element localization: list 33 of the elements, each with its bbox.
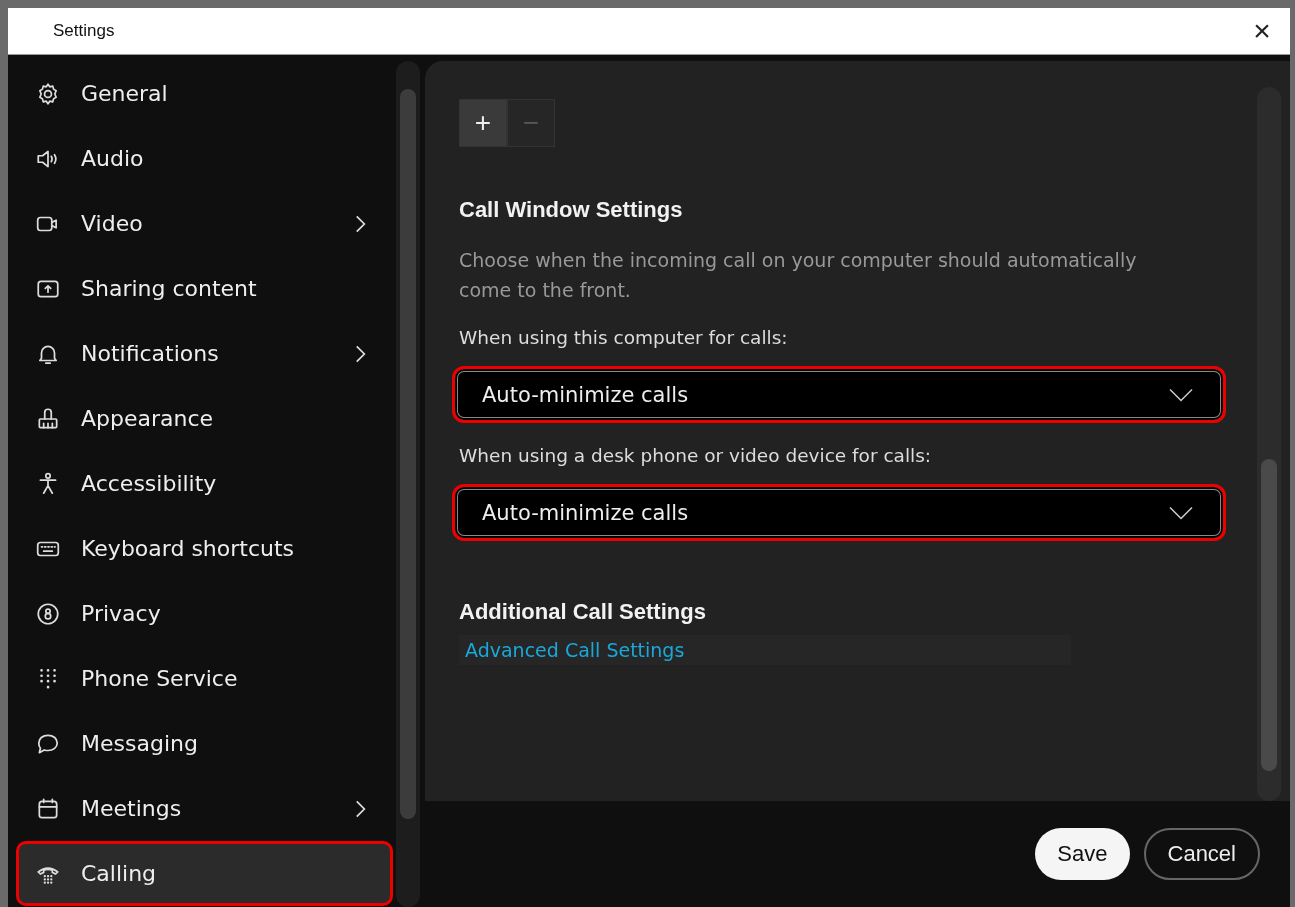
- privacy-icon: [35, 600, 61, 627]
- advanced-settings-link[interactable]: Advanced Call Settings: [459, 635, 1071, 665]
- sidebar-item[interactable]: General: [16, 61, 394, 126]
- sidebar-item[interactable]: Audio: [16, 126, 394, 191]
- calendar-icon: [35, 795, 61, 822]
- sidebar-item[interactable]: Keyboard shortcuts: [16, 516, 394, 581]
- dropdown[interactable]: Auto-minimize calls: [452, 366, 1226, 423]
- sidebar-item[interactable]: Sharing content: [16, 256, 394, 321]
- scrollbar[interactable]: [1257, 87, 1281, 801]
- zoom-in-button[interactable]: +: [459, 99, 507, 147]
- chevron-down-icon: [1169, 505, 1193, 520]
- sidebar-item[interactable]: Meetings: [16, 776, 394, 841]
- sidebar-item[interactable]: Video: [16, 191, 394, 256]
- cancel-button[interactable]: Cancel: [1143, 828, 1260, 880]
- field-label: When using a desk phone or video device for calls:: [459, 445, 933, 466]
- sidebar-item[interactable]: Calling: [16, 841, 394, 906]
- sidebar-item[interactable]: Privacy: [16, 581, 394, 646]
- dropdown[interactable]: Auto-minimize calls: [452, 484, 1226, 541]
- save-button[interactable]: Save: [1035, 828, 1130, 880]
- sidebar-item[interactable]: Messaging: [16, 711, 394, 776]
- sidebar-item[interactable]: Phone Service: [16, 646, 394, 711]
- sidebar-item[interactable]: Appearance: [16, 386, 394, 451]
- window-title: Settings: [53, 21, 115, 41]
- close-button[interactable]: ×: [1234, 9, 1290, 53]
- sidebar-item[interactable]: Accessibility: [16, 451, 394, 516]
- brush-icon: [35, 405, 61, 432]
- section-heading: Call Window Settings: [459, 197, 684, 223]
- chevron-down-icon: [1169, 387, 1193, 402]
- section-description: Choose when the incoming call on your computer should automatically come to the front.: [459, 248, 1138, 303]
- field-label: When using this computer for calls:: [459, 327, 789, 348]
- scrollbar[interactable]: [396, 61, 420, 907]
- sidebar-item[interactable]: Notifications: [16, 321, 394, 386]
- section-heading: Additional Call Settings: [459, 599, 707, 625]
